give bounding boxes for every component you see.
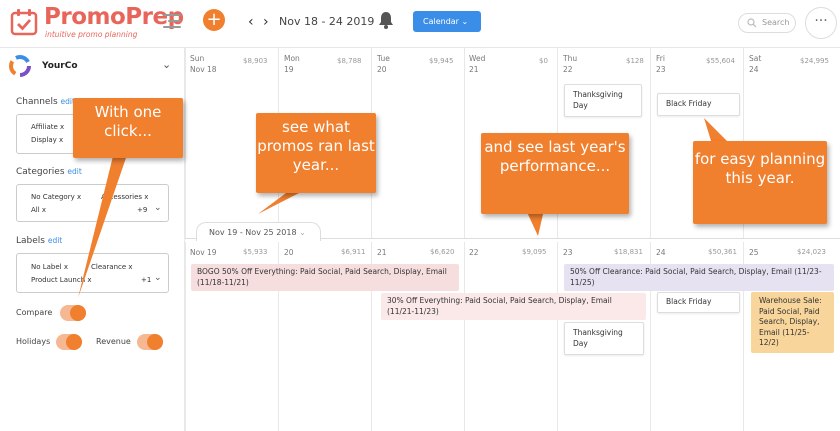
callout-arrow-compare	[78, 152, 128, 298]
callout-arrow-last-year	[258, 190, 305, 214]
callout-one-click: With one click...	[73, 98, 183, 158]
callout-last-year: see what promos ran last year...	[256, 113, 376, 193]
callout-performance: and see last year's performance...	[481, 133, 629, 214]
callout-planning: for easy planning this year.	[693, 141, 827, 224]
